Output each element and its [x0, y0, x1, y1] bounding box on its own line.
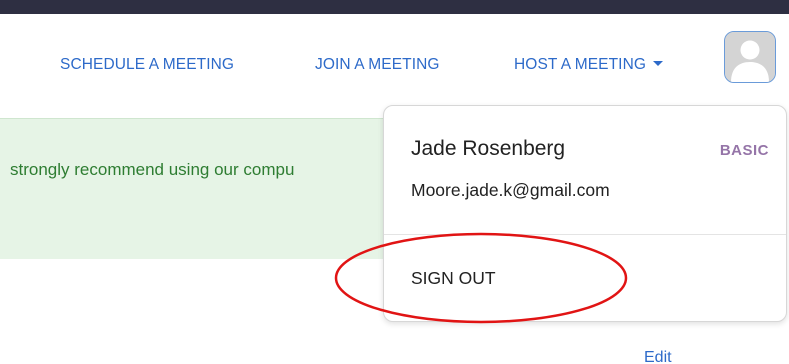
schedule-meeting-link[interactable]: SCHEDULE A MEETING	[60, 56, 234, 74]
edit-link[interactable]: Edit	[644, 349, 672, 364]
host-meeting-label: HOST A MEETING	[514, 56, 647, 73]
join-meeting-link[interactable]: JOIN A MEETING	[315, 56, 440, 74]
menu-divider	[384, 234, 786, 235]
user-avatar-icon	[725, 32, 775, 82]
user-dropdown-menu: Jade Rosenberg BASIC Moore.jade.k@gmail.…	[383, 105, 787, 322]
host-meeting-menu[interactable]: HOST A MEETING	[514, 56, 664, 74]
plan-badge: BASIC	[719, 142, 769, 159]
user-name: Jade Rosenberg	[411, 137, 566, 160]
sign-out-button[interactable]: SIGN OUT	[411, 268, 496, 289]
page: SCHEDULE A MEETING JOIN A MEETING HOST A…	[0, 0, 789, 364]
notice-banner-text: strongly recommend using our compu	[10, 160, 295, 179]
user-email: Moore.jade.k@gmail.com	[411, 180, 610, 200]
notice-banner	[0, 118, 400, 259]
top-bar	[0, 0, 789, 14]
caret-down-icon	[653, 61, 664, 67]
user-avatar-button[interactable]	[724, 31, 776, 83]
